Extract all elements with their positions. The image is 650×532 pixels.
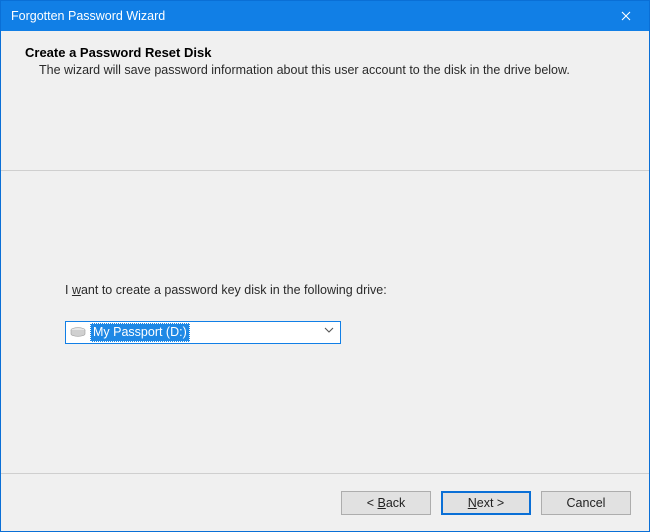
close-icon [621,11,631,21]
body-section: I want to create a password key disk in … [1,171,649,473]
header-section: Create a Password Reset Disk The wizard … [1,31,649,171]
drive-label: I want to create a password key disk in … [65,283,585,297]
titlebar: Forgotten Password Wizard [1,1,649,31]
back-button[interactable]: < Back [341,491,431,515]
page-description: The wizard will save password informatio… [39,62,621,79]
content-area: Create a Password Reset Disk The wizard … [1,31,649,531]
close-button[interactable] [603,1,649,31]
drive-icon [70,327,86,339]
page-heading: Create a Password Reset Disk [25,45,621,60]
chevron-down-icon [324,325,334,336]
cancel-button[interactable]: Cancel [541,491,631,515]
wizard-window: Forgotten Password Wizard Create a Passw… [0,0,650,532]
footer-buttons: < Back Next > Cancel [1,473,649,531]
window-title: Forgotten Password Wizard [11,9,603,23]
drive-selected-value: My Passport (D:) [90,323,190,342]
drive-combobox[interactable]: My Passport (D:) [65,321,341,344]
next-button[interactable]: Next > [441,491,531,515]
